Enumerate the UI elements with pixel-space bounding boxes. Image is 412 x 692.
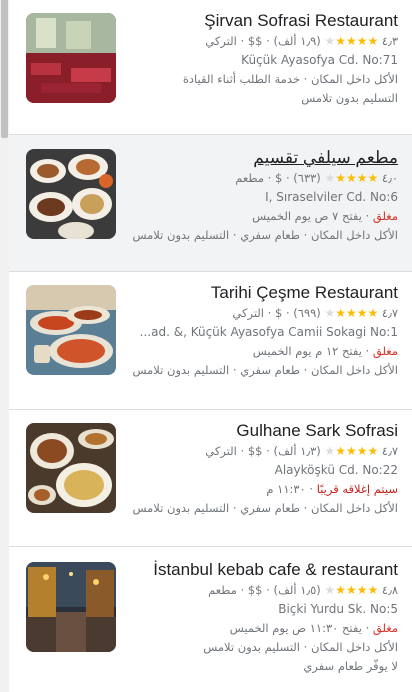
star-rating-icon: ★★★★★ xyxy=(324,306,379,320)
status-detail: · يفتح ٧ ص يوم الخميس xyxy=(252,209,373,223)
restaurant-name[interactable]: Gulhane Sark Sofrasi xyxy=(118,420,398,442)
status-label: مغلق xyxy=(372,344,398,358)
restaurant-name[interactable]: Tarihi Çeşme Restaurant xyxy=(118,282,398,304)
category: التركي xyxy=(232,306,264,320)
status-label: سيتم إغلاقه قريبًا xyxy=(316,482,398,496)
result-info: Şirvan Sofrasi Restaurant ٤٫٣ ★★★★★ (١٫٩… xyxy=(118,10,398,108)
services: الأكل داخل المكان · طعام سفري · التسليم … xyxy=(132,228,398,242)
rating-row: ٤٫٠ ★★★★★ (٦٣٣) · $ · مطعم xyxy=(235,171,398,185)
restaurant-name[interactable]: İstanbul kebab cafe & restaurant xyxy=(118,559,398,581)
review-count: (٦٩٩) xyxy=(293,306,321,320)
result-card[interactable]: Tarihi Çeşme Restaurant ٤٫٧ ★★★★★ (٦٩٩) … xyxy=(9,272,412,410)
star-rating-icon: ★★★★★ xyxy=(324,171,379,185)
status-label: مغلق xyxy=(372,621,398,635)
address: I, Sıraselviler Cd. No:6 xyxy=(265,190,398,204)
result-info: İstanbul kebab cafe & restaurant ٤٫٨ ★★★… xyxy=(118,559,398,676)
review-count: (٦٣٣) xyxy=(293,171,321,185)
rating-row: ٤٫٨ ★★★★★ (١٫٥ ألف) · $$ · مطعم xyxy=(208,583,398,597)
result-card[interactable]: مطعم سيلفي تقسيم ٤٫٠ ★★★★★ (٦٣٣) · $ · م… xyxy=(9,135,412,272)
category: مطعم xyxy=(208,583,237,597)
rating-value: ٤٫٣ xyxy=(381,34,398,48)
results-list: Şirvan Sofrasi Restaurant ٤٫٣ ★★★★★ (١٫٩… xyxy=(9,0,412,692)
address: Alayköşkü Cd. No:22 xyxy=(274,463,398,477)
price-level: $$ xyxy=(247,583,263,597)
services: الأكل داخل المكان · التسليم بدون تلامس xyxy=(203,640,398,654)
restaurant-photo[interactable] xyxy=(26,423,116,513)
rating-value: ٤٫٠ xyxy=(381,171,398,185)
status-label: مغلق xyxy=(372,209,398,223)
review-count: (١٫٣ ألف) xyxy=(273,444,321,458)
services: الأكل داخل المكان · خدمة الطلب أثناء الق… xyxy=(182,72,398,86)
review-count: (١٫٩ ألف) xyxy=(273,34,321,48)
result-card[interactable]: Şirvan Sofrasi Restaurant ٤٫٣ ★★★★★ (١٫٩… xyxy=(9,0,412,135)
restaurant-photo[interactable] xyxy=(26,562,116,652)
result-card[interactable]: İstanbul kebab cafe & restaurant ٤٫٨ ★★★… xyxy=(9,547,412,692)
price-level: $ xyxy=(274,306,283,320)
rating-value: ٤٫٧ xyxy=(381,444,398,458)
category: التركي xyxy=(205,34,237,48)
scrollbar[interactable] xyxy=(0,0,9,692)
result-info: Tarihi Çeşme Restaurant ٤٫٧ ★★★★★ (٦٩٩) … xyxy=(118,282,398,380)
star-rating-icon: ★★★★★ xyxy=(324,583,379,597)
restaurant-photo[interactable] xyxy=(26,149,116,239)
address: Biçki Yurdu Sk. No:5 xyxy=(278,602,398,616)
category: التركي xyxy=(205,444,237,458)
rating-row: ٤٫٧ ★★★★★ (١٫٣ ألف) · $$ · التركي xyxy=(205,444,398,458)
restaurant-photo[interactable] xyxy=(26,285,116,375)
services-extra: التسليم بدون تلامس xyxy=(301,91,398,105)
scrollbar-thumb[interactable] xyxy=(1,0,8,138)
services: الأكل داخل المكان · طعام سفري · التسليم … xyxy=(132,363,398,377)
rating-row: ٤٫٣ ★★★★★ (١٫٩ ألف) · $$ · التركي xyxy=(205,34,398,48)
services-extra: لا يوفّر طعام سفري xyxy=(303,659,398,673)
open-status: مغلق · يفتح ٧ ص يوم الخميس xyxy=(118,207,398,226)
open-status: سيتم إغلاقه قريبًا · ١١:٣٠ م xyxy=(118,480,398,499)
restaurant-name[interactable]: Şirvan Sofrasi Restaurant xyxy=(118,10,398,32)
rating-value: ٤٫٨ xyxy=(381,583,398,597)
price-level: $ xyxy=(274,171,283,185)
review-count: (١٫٥ ألف) xyxy=(273,583,321,597)
category: مطعم xyxy=(235,171,264,185)
status-detail: · يفتح ١٢ م يوم الخميس xyxy=(252,344,373,358)
star-rating-icon: ★★★★★ xyxy=(324,34,379,48)
open-status: مغلق · يفتح ١٢ م يوم الخميس xyxy=(118,342,398,361)
result-card[interactable]: Gulhane Sark Sofrasi ٤٫٧ ★★★★★ (١٫٣ ألف)… xyxy=(9,410,412,547)
price-level: $$ xyxy=(247,444,263,458)
result-info: مطعم سيلفي تقسيم ٤٫٠ ★★★★★ (٦٣٣) · $ · م… xyxy=(118,147,398,245)
restaurant-photo[interactable] xyxy=(26,13,116,103)
address: ...ad. &, Küçük Ayasofya Camii Sokagi No… xyxy=(139,325,398,339)
restaurant-name[interactable]: مطعم سيلفي تقسيم xyxy=(118,147,398,169)
rating-row: ٤٫٧ ★★★★★ (٦٩٩) · $ · التركي xyxy=(232,306,398,320)
price-level: $$ xyxy=(247,34,263,48)
rating-value: ٤٫٧ xyxy=(381,306,398,320)
status-detail: · يفتح ١١:٣٠ ص يوم الخميس xyxy=(229,621,373,635)
services: الأكل داخل المكان · طعام سفري · التسليم … xyxy=(132,501,398,515)
star-rating-icon: ★★★★★ xyxy=(324,444,379,458)
status-detail: · ١١:٣٠ م xyxy=(266,482,317,496)
open-status: مغلق · يفتح ١١:٣٠ ص يوم الخميس xyxy=(118,619,398,638)
address: Küçük Ayasofya Cd. No:71 xyxy=(241,53,398,67)
result-info: Gulhane Sark Sofrasi ٤٫٧ ★★★★★ (١٫٣ ألف)… xyxy=(118,420,398,518)
